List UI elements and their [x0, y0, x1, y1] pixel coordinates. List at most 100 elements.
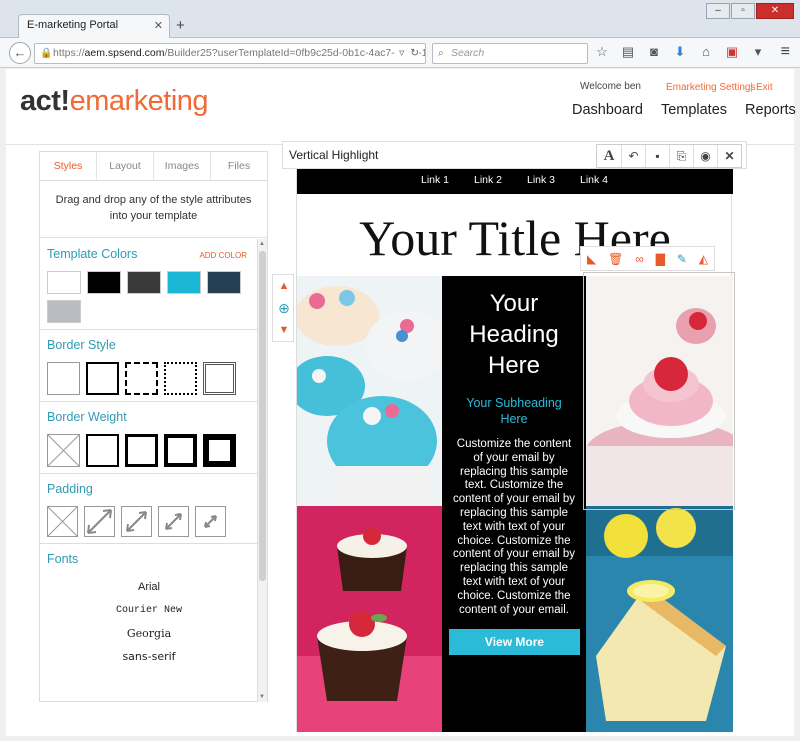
move-block-icon[interactable]: ◣ — [587, 252, 596, 266]
cupcakes-illustration — [297, 276, 442, 506]
font-icon[interactable]: A — [597, 145, 621, 167]
email-link-2[interactable]: Link 2 — [474, 174, 502, 186]
border-style-none[interactable] — [47, 362, 80, 395]
tab-styles[interactable]: Styles — [40, 152, 96, 180]
search-placeholder: Search — [451, 47, 485, 59]
scroll-up-icon[interactable]: ▲ — [259, 241, 265, 247]
browser-tab-title: E-marketing Portal — [27, 19, 119, 31]
padding-large[interactable] — [84, 506, 115, 537]
page-scrollbar[interactable] — [794, 144, 800, 736]
document-icon[interactable]: ▇ — [656, 252, 665, 266]
addon-icon[interactable]: ▣ — [724, 44, 740, 60]
url-prefix: https:// — [53, 47, 85, 59]
reading-list-icon[interactable]: ▤ — [620, 44, 636, 60]
highlight-heading[interactable]: Your Heading Here — [442, 288, 586, 381]
selected-block-frame — [583, 272, 735, 510]
window-close-icon[interactable]: ✕ — [756, 3, 794, 19]
minimize-icon[interactable]: – — [706, 3, 730, 19]
border-weight-title: Border Weight — [47, 410, 127, 424]
exit-link[interactable]: Exit — [756, 82, 773, 93]
border-weight-none[interactable] — [47, 434, 80, 467]
app-header: act!emarketing Welcome ben Emarketing Se… — [6, 69, 796, 144]
email-link-3[interactable]: Link 3 — [527, 174, 555, 186]
browser-navbar: ← 🔒 https://aem.spsend.com/Builder25?use… — [0, 38, 800, 68]
delete-trash-icon[interactable]: 🗑 — [608, 252, 623, 266]
color-swatches — [47, 271, 251, 323]
hamburger-menu-icon[interactable]: ≡ — [781, 43, 790, 61]
resize-icon[interactable]: ◭ — [699, 252, 708, 266]
border-weight-1[interactable] — [86, 434, 119, 467]
browser-tab[interactable]: E-marketing Portal ✕ — [18, 14, 170, 38]
border-style-double[interactable] — [203, 362, 236, 395]
chocolate-cups-image[interactable] — [297, 506, 442, 732]
color-swatch[interactable] — [207, 271, 241, 294]
reload-icon[interactable]: ↻ — [410, 47, 419, 59]
emarketing-settings-link[interactable]: Emarketing Settings — [666, 82, 756, 93]
home-icon[interactable]: ⌂ — [698, 44, 714, 60]
color-swatch[interactable] — [127, 271, 161, 294]
view-more-button[interactable]: View More — [449, 629, 580, 655]
font-arial[interactable]: Arial — [47, 576, 251, 599]
addon-dropdown-icon[interactable]: ▾ — [750, 44, 766, 60]
bookmark-star-icon[interactable]: ☆ — [594, 44, 610, 60]
color-swatch[interactable] — [87, 271, 121, 294]
scroll-thumb[interactable] — [259, 251, 266, 581]
edit-pencil-icon[interactable]: ✎ — [677, 252, 687, 266]
color-swatch[interactable] — [47, 271, 81, 294]
padding-none[interactable] — [47, 506, 78, 537]
nav-templates[interactable]: Templates — [661, 102, 727, 118]
close-editor-icon[interactable]: ✕ — [717, 145, 741, 167]
border-weight-section: Border Weight — [40, 402, 258, 474]
pocket-icon[interactable]: ◙ — [646, 44, 662, 60]
add-row-icon[interactable]: ⊕ — [273, 297, 295, 319]
email-link-4[interactable]: Link 4 — [580, 174, 608, 186]
back-arrow-icon[interactable]: ← — [9, 42, 31, 64]
border-weight-4[interactable] — [203, 434, 236, 467]
dropdown-icon[interactable]: ▿ — [399, 47, 404, 59]
new-tab-icon[interactable]: + — [176, 17, 185, 34]
font-sans-serif[interactable]: sans-serif — [47, 645, 251, 668]
preview-eye-icon[interactable]: ◉ — [693, 145, 717, 167]
tab-files[interactable]: Files — [210, 152, 267, 180]
border-style-solid[interactable] — [86, 362, 119, 395]
welcome-text: Welcome ben — [580, 81, 641, 92]
color-swatch[interactable] — [167, 271, 201, 294]
panel-scrollbar[interactable]: ▲ ▼ — [257, 239, 267, 702]
padding-xsmall[interactable] — [195, 506, 226, 537]
url-bar[interactable]: 🔒 https://aem.spsend.com/Builder25?userT… — [34, 43, 426, 64]
search-bar[interactable]: ⌕ Search — [432, 43, 588, 64]
none-x-icon — [47, 506, 78, 537]
download-icon[interactable]: ⬇ — [672, 44, 688, 60]
tab-layout[interactable]: Layout — [96, 152, 153, 180]
color-swatch[interactable] — [47, 300, 81, 323]
logo[interactable]: act!emarketing — [20, 85, 209, 118]
save-as-icon[interactable]: ⎘ — [669, 145, 693, 167]
save-icon[interactable]: ▪ — [645, 145, 669, 167]
fonts-section: Fonts Arial Courier New Georgia sans-ser… — [40, 544, 258, 674]
add-color-button[interactable]: ADD COLOR — [199, 251, 247, 260]
border-weight-2[interactable] — [125, 434, 158, 467]
close-tab-icon[interactable]: ✕ — [154, 19, 163, 32]
border-weight-3[interactable] — [164, 434, 197, 467]
tab-images[interactable]: Images — [153, 152, 210, 180]
move-up-icon[interactable]: ▲ — [273, 275, 295, 297]
move-down-icon[interactable]: ▼ — [273, 319, 295, 341]
highlight-column[interactable]: Your Heading Here Your Subheading Here C… — [442, 276, 586, 732]
cupcakes-image[interactable] — [297, 276, 442, 506]
email-link-1[interactable]: Link 1 — [421, 174, 449, 186]
padding-small[interactable] — [158, 506, 189, 537]
maximize-icon[interactable]: ▫ — [731, 3, 755, 19]
undo-icon[interactable]: ↶ — [621, 145, 645, 167]
nav-dashboard[interactable]: Dashboard — [572, 102, 643, 118]
highlight-body[interactable]: Customize the content of your email by r… — [442, 438, 586, 617]
nav-reports[interactable]: Reports — [745, 102, 796, 118]
highlight-subheading[interactable]: Your Subheading Here — [442, 395, 586, 427]
lemon-pie-image[interactable] — [586, 506, 733, 732]
border-style-dotted[interactable] — [164, 362, 197, 395]
border-style-dashed[interactable] — [125, 362, 158, 395]
font-courier-new[interactable]: Courier New — [47, 599, 251, 622]
link-icon[interactable]: ∞ — [635, 252, 644, 266]
font-georgia[interactable]: Georgia — [47, 622, 251, 645]
scroll-down-icon[interactable]: ▼ — [259, 694, 265, 700]
padding-medium[interactable] — [121, 506, 152, 537]
